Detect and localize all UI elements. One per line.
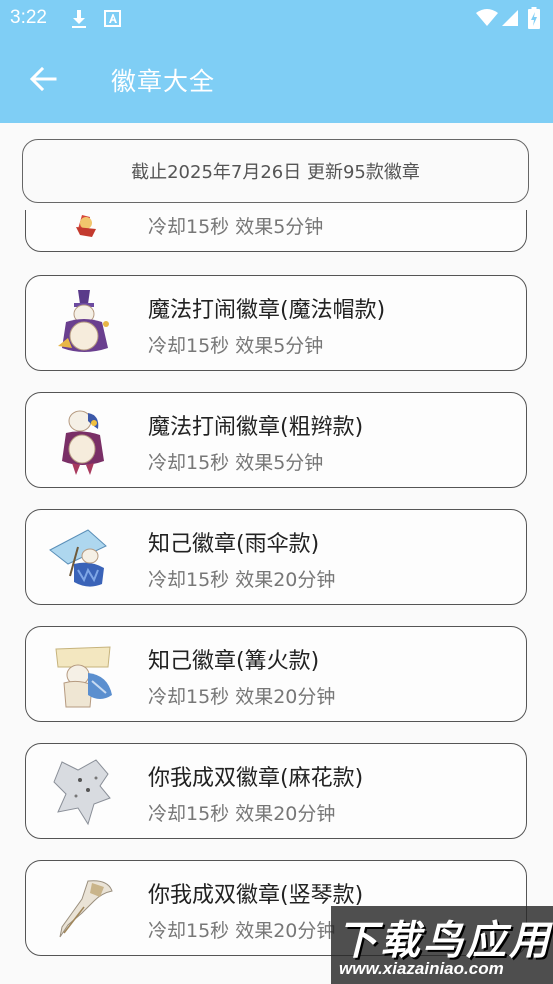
- badge-desc: 冷却15秒 效果20分钟: [148, 569, 336, 591]
- watermark-url: www.xiazainiao.com: [339, 959, 504, 978]
- badge-desc: 冷却15秒 效果20分钟: [148, 803, 336, 825]
- badge-card[interactable]: 魔法打闹徽章(粗辫款) 冷却15秒 效果5分钟: [25, 392, 527, 488]
- badge-image: [48, 754, 124, 830]
- badge-image: [48, 871, 124, 947]
- badge-card[interactable]: 冷却15秒 效果5分钟: [25, 210, 527, 252]
- page: 3:22 徽章大全 截止2025年7月26日 更新95款徽章 冷却15秒 效果5…: [0, 0, 553, 984]
- badge-image: [48, 210, 124, 243]
- badge-image: [48, 520, 124, 596]
- font-app-icon: [104, 9, 122, 33]
- badge-desc: 冷却15秒 效果20分钟: [148, 686, 336, 708]
- wifi-icon: [476, 9, 498, 31]
- badge-desc: 冷却15秒 效果5分钟: [148, 216, 324, 238]
- page-title: 徽章大全: [111, 67, 216, 96]
- badge-image: [48, 286, 124, 362]
- badge-card[interactable]: 魔法打闹徽章(魔法帽款) 冷却15秒 效果5分钟: [25, 275, 527, 371]
- watermark-title: 下载鸟应用: [337, 918, 552, 964]
- status-bar: 3:22: [0, 0, 553, 38]
- watermark-logo: 下载鸟应用 www.xiazainiao.com: [331, 906, 553, 984]
- badge-card[interactable]: 知己徽章(篝火款) 冷却15秒 效果20分钟: [25, 626, 527, 722]
- badge-name: 你我成双徽章(麻花款): [148, 766, 364, 791]
- badge-desc: 冷却15秒 效果20分钟: [148, 920, 336, 942]
- battery-icon: [528, 7, 540, 33]
- download-icon: [70, 9, 88, 33]
- badge-desc: 冷却15秒 效果5分钟: [148, 452, 324, 474]
- badge-name: 魔法打闹徽章(魔法帽款): [148, 298, 386, 323]
- badge-list[interactable]: 冷却15秒 效果5分钟 魔法打闹徽章(魔法帽款) 冷却15秒 效果5分钟 魔法打…: [0, 210, 553, 984]
- badge-card[interactable]: 知己徽章(雨伞款) 冷却15秒 效果20分钟: [25, 509, 527, 605]
- badge-image: [48, 403, 124, 479]
- badge-desc: 冷却15秒 效果5分钟: [148, 335, 324, 357]
- badge-name: 你我成双徽章(竖琴款): [148, 883, 364, 908]
- signal-icon: [502, 9, 518, 31]
- app-bar: 徽章大全: [0, 38, 553, 123]
- back-button[interactable]: [24, 62, 62, 100]
- badge-name: 知己徽章(篝火款): [148, 649, 320, 674]
- badge-card[interactable]: 你我成双徽章(麻花款) 冷却15秒 效果20分钟: [25, 743, 527, 839]
- status-time: 3:22: [10, 7, 47, 28]
- badge-image: [48, 637, 124, 713]
- update-notice: 截止2025年7月26日 更新95款徽章: [22, 139, 529, 203]
- back-arrow-icon: [29, 65, 57, 97]
- badge-name: 知己徽章(雨伞款): [148, 532, 320, 557]
- badge-name: 魔法打闹徽章(粗辫款): [148, 415, 364, 440]
